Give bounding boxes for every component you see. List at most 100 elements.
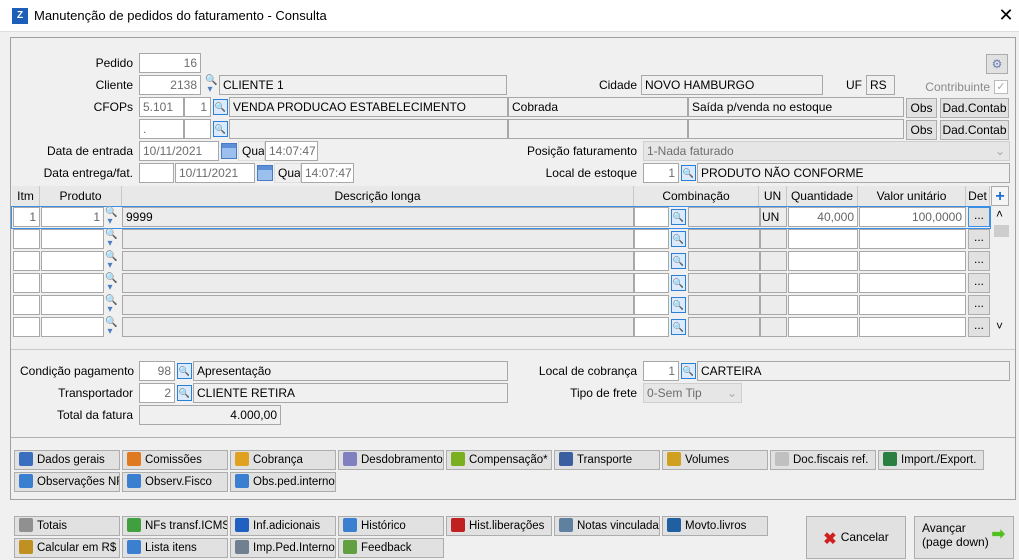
search-dropdown-icon[interactable]: 🔍 ▾ (105, 208, 117, 227)
action-calcular-em-r[interactable]: Calcular em R$ (14, 538, 120, 558)
lookup-icon[interactable]: 🔍 (177, 385, 192, 401)
calendar-icon[interactable] (221, 143, 237, 159)
quantidade-cell[interactable] (788, 273, 858, 293)
valor-unitario-cell[interactable]: 100,0000 (859, 207, 966, 227)
lookup-icon[interactable]: 🔍 (671, 297, 686, 313)
itm-cell[interactable]: 1 (13, 207, 40, 227)
combinacao-cell[interactable] (634, 207, 669, 227)
search-dropdown-icon[interactable]: 🔍 ▾ (105, 296, 117, 315)
contribuinte-checkbox[interactable]: ✓ (994, 80, 1008, 94)
cfop-code-field[interactable]: 5.101 (139, 97, 184, 117)
itm-cell[interactable] (13, 295, 40, 315)
obs-button[interactable]: Obs (906, 120, 937, 140)
dad-contab-button[interactable]: Dad.Contab (940, 120, 1009, 140)
grid-scrollbar[interactable]: ˄ ˅ (994, 207, 1009, 337)
itm-cell[interactable] (13, 317, 40, 337)
combinacao-cell[interactable] (634, 317, 669, 337)
descricao-cell[interactable]: 9999 (122, 207, 634, 227)
tab-volumes[interactable]: Volumes (662, 450, 768, 470)
produto-cell[interactable]: 1 (41, 207, 104, 227)
local-estoque-code[interactable]: 1 (643, 163, 679, 183)
combinacao-cell[interactable] (634, 295, 669, 315)
dad-contab-button[interactable]: Dad.Contab (940, 98, 1009, 118)
search-dropdown-icon[interactable]: 🔍 ▾ (205, 76, 217, 95)
quantidade-cell[interactable] (788, 229, 858, 249)
table-row[interactable]: 🔍 ▾ 🔍... (12, 317, 990, 338)
valor-unitario-cell[interactable] (859, 295, 966, 315)
valor-unitario-cell[interactable] (859, 251, 966, 271)
quantidade-cell[interactable] (788, 251, 858, 271)
cfop-seq-field[interactable]: 1 (184, 97, 211, 117)
table-row[interactable]: 🔍 ▾ 🔍... (12, 273, 990, 294)
data-entrada-hora[interactable]: 14:07:47 (265, 141, 318, 161)
lookup-icon[interactable]: 🔍 (213, 99, 228, 115)
pedido-field[interactable]: 16 (139, 53, 201, 73)
cliente-code-field[interactable]: 2138 (139, 75, 201, 95)
lookup-icon[interactable]: 🔍 (177, 363, 192, 379)
lookup-icon[interactable]: 🔍 (671, 319, 686, 335)
action-lista-itens[interactable]: Lista itens (122, 538, 228, 558)
lookup-icon[interactable]: 🔍 (681, 363, 696, 379)
det-button[interactable]: ... (968, 229, 990, 249)
table-row[interactable]: 🔍 ▾ 🔍... (12, 229, 990, 250)
valor-unitario-cell[interactable] (859, 229, 966, 249)
tab-compensa-o[interactable]: Compensação* (446, 450, 552, 470)
tab-doc-fiscais-ref[interactable]: Doc.fiscais ref. (770, 450, 876, 470)
action-inf-adicionais[interactable]: Inf.adicionais (230, 516, 336, 536)
combinacao-cell[interactable] (634, 229, 669, 249)
settings-gear-icon[interactable]: ⚙ (986, 54, 1008, 74)
det-button[interactable]: ... (968, 251, 990, 271)
local-cobranca-code[interactable]: 1 (643, 361, 679, 381)
close-icon[interactable]: ✕ (996, 4, 1016, 26)
action-notas-vinculadas[interactable]: Notas vinculadas (554, 516, 660, 536)
cancel-button[interactable]: ✖ Cancelar (806, 516, 906, 559)
action-totais[interactable]: Totais (14, 516, 120, 536)
table-row[interactable]: 1 1 🔍 ▾ 9999 🔍 UN 40,000 100,0000... (11, 206, 991, 229)
quantidade-cell[interactable]: 40,000 (788, 207, 858, 227)
search-dropdown-icon[interactable]: 🔍 ▾ (105, 318, 117, 337)
tab-dados-gerais[interactable]: Dados gerais (14, 450, 120, 470)
lookup-icon[interactable]: 🔍 (671, 253, 686, 269)
data-entrega-prefix-field[interactable] (139, 163, 174, 183)
combinacao-cell[interactable] (634, 251, 669, 271)
action-nfs-transf-icms[interactable]: NFs transf.ICMS (122, 516, 228, 536)
cfop-code-field[interactable]: . (139, 119, 184, 139)
action-feedback[interactable]: Feedback (338, 538, 444, 558)
tab-observ-fisco[interactable]: Observ.Fisco (122, 472, 228, 492)
scroll-up-icon[interactable]: ˄ (996, 207, 1003, 221)
lookup-icon[interactable]: 🔍 (671, 209, 686, 225)
lookup-icon[interactable]: 🔍 (681, 165, 696, 181)
descricao-cell[interactable] (122, 295, 634, 315)
det-button[interactable]: ... (968, 207, 990, 227)
data-entrada-field[interactable]: 10/11/2021 (139, 141, 219, 161)
cond-pagamento-code[interactable]: 98 (139, 361, 175, 381)
scroll-down-icon[interactable]: ˅ (996, 319, 1003, 333)
action-imp-ped-interno[interactable]: Imp.Ped.Interno (230, 538, 336, 558)
det-button[interactable]: ... (968, 317, 990, 337)
search-dropdown-icon[interactable]: 🔍 ▾ (105, 230, 117, 249)
produto-cell[interactable] (41, 229, 104, 249)
tab-comiss-es[interactable]: Comissões (122, 450, 228, 470)
tab-observa-es-nf[interactable]: Observações NF (14, 472, 120, 492)
quantidade-cell[interactable] (788, 295, 858, 315)
search-dropdown-icon[interactable]: 🔍 ▾ (105, 274, 117, 293)
action-hist-rico[interactable]: Histórico (338, 516, 444, 536)
action-hist-libera-es[interactable]: Hist.liberações (446, 516, 552, 536)
itm-cell[interactable] (13, 273, 40, 293)
lookup-icon[interactable]: 🔍 (671, 275, 686, 291)
descricao-cell[interactable] (122, 251, 634, 271)
combinacao-cell[interactable] (634, 273, 669, 293)
data-entrega-hora[interactable]: 14:07:47 (301, 163, 354, 183)
det-button[interactable]: ... (968, 273, 990, 293)
lookup-icon[interactable]: 🔍 (671, 231, 686, 247)
produto-cell[interactable] (41, 295, 104, 315)
valor-unitario-cell[interactable] (859, 317, 966, 337)
calendar-icon[interactable] (257, 165, 273, 181)
add-row-plus-icon[interactable]: + (991, 186, 1009, 206)
table-row[interactable]: 🔍 ▾ 🔍... (12, 251, 990, 272)
tab-desdobramentos[interactable]: Desdobramentos (338, 450, 444, 470)
lookup-icon[interactable]: 🔍 (213, 121, 228, 137)
table-row[interactable]: 🔍 ▾ 🔍... (12, 295, 990, 316)
quantidade-cell[interactable] (788, 317, 858, 337)
search-dropdown-icon[interactable]: 🔍 ▾ (105, 252, 117, 271)
